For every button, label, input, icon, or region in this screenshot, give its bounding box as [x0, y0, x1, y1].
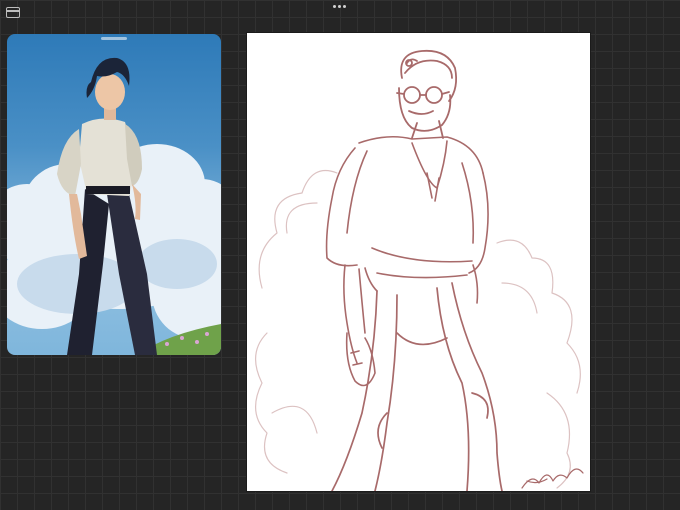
reference-image [7, 57, 221, 355]
character-sketch [255, 49, 584, 491]
more-options-icon[interactable] [333, 5, 347, 9]
gallery-icon[interactable] [6, 7, 20, 18]
drawing-canvas[interactable] [247, 33, 590, 491]
reference-panel[interactable] [7, 34, 221, 355]
reference-drag-handle[interactable] [101, 37, 127, 40]
